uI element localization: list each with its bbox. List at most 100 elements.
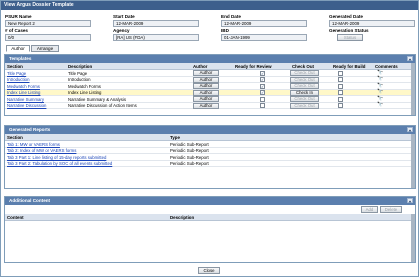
binoculars-icon[interactable]: 🔭 [377,90,383,95]
template-description: Index Line Listing [68,90,102,95]
add-button[interactable]: Add [361,206,378,213]
ready-build-checkbox[interactable] [338,103,343,108]
start-date-label: Start Date [113,14,135,19]
additional-content-title: Additional Content [9,198,51,203]
report-section-link[interactable]: Tab 3 Part 2: Tabulation by SOC of all e… [7,161,112,166]
template-section-link[interactable]: Narrative Summary [7,97,44,102]
template-section-link[interactable]: Medwatch Forms [7,84,40,89]
ready-build-checkbox[interactable] [338,90,343,95]
col-section: Section [7,135,23,140]
tab-author[interactable]: Author [6,45,30,52]
author-button[interactable]: Author [193,102,219,109]
author-button[interactable]: Author [193,96,219,102]
report-row: Tab 3 Part 2: Tabulation by SOC of all e… [5,161,415,167]
col-section: Section [7,64,23,69]
psur-name-label: PSUR Name [5,14,32,19]
col-check-out: Check Out [292,64,314,69]
author-button[interactable]: Author [193,76,219,83]
check-out-button[interactable]: Check Out [290,70,319,76]
template-description: Introduction [68,77,91,82]
ready-build-checkbox[interactable] [338,70,343,76]
ready-review-checkbox[interactable]: ✓ [260,70,265,76]
check-out-button[interactable]: Check In [290,89,319,96]
generated-reports-header: Generated Reports ▾ [5,126,415,134]
num-cases-label: # of Cases [5,28,28,33]
author-button[interactable]: Author [193,89,219,96]
templates-title: Templates [9,56,32,61]
check-out-button[interactable]: Check Out [290,83,319,89]
ibd-label: IBD [221,28,229,33]
tab-arrange[interactable]: Arrange [31,45,59,52]
ibd-field: 01-JAN-1999 [221,34,307,41]
templates-table-header: Section Description Author Ready for Rev… [5,63,415,70]
binoculars-icon[interactable]: 🔭 [377,103,383,108]
template-description: Title Page [68,70,88,76]
dossier-window: View Argus Dossier Template PSUR Name Ne… [0,0,419,277]
binoculars-icon[interactable]: 🔭 [377,70,383,76]
author-button[interactable]: Author [193,83,219,89]
psur-name-field: New Report 2 [5,20,91,27]
window-title: View Argus Dossier Template [1,1,418,10]
col-description: Description [68,64,93,69]
generation-status-label: Generation Status [329,28,369,33]
additional-scrollbar[interactable] [411,214,415,262]
template-row: Narrative Discussion Narrative Discussion… [5,102,415,109]
template-section-link[interactable]: Narrative Discussion [7,103,46,108]
template-section-link[interactable]: Title Page [7,71,26,76]
additional-table-header: Content Description [5,214,415,221]
template-description: Narrative Summary & Analysis [68,96,127,102]
col-ready-build: Ready for Build [333,64,366,69]
status-button[interactable]: Status [337,34,363,41]
ready-review-checkbox[interactable] [260,103,265,108]
collapse-icon[interactable]: ▾ [407,127,413,133]
binoculars-icon[interactable]: 🔭 [377,96,383,102]
ready-review-checkbox[interactable]: ✓ [260,90,265,95]
ready-review-checkbox[interactable]: ✓ [260,83,265,89]
end-date-field: 12-MAR-2009 [221,20,307,27]
author-button[interactable]: Author [193,70,219,76]
report-section-link[interactable]: Tab 3 Part 1: Line listing of 15-day rep… [7,155,106,160]
reports-scrollbar[interactable] [411,134,415,188]
ready-build-checkbox[interactable] [338,77,343,82]
agency-label: Agency [113,28,130,33]
check-out-button[interactable]: Check Out [290,76,319,83]
report-type: Periodic Sub-Report [170,161,209,166]
generated-date-label: Generated Date [329,14,363,19]
delete-button[interactable]: Delete [380,206,402,213]
additional-content-panel: Additional Content ▾ Add Delete Content … [4,196,416,263]
generated-reports-title: Generated Reports [9,127,51,132]
report-section-link[interactable]: Tab 2: Index of MW or VAERS forms [7,148,76,153]
start-date-field: 12-MAR-2009 [113,20,199,27]
report-section-link[interactable]: Tab 1: MW or VAERS forms [7,142,60,147]
report-type: Periodic Sub-Report [170,148,209,153]
report-type: Periodic Sub-Report [170,154,209,160]
binoculars-icon[interactable]: 🔭 [377,77,383,82]
ready-build-checkbox[interactable] [338,96,343,102]
additional-content-toolbar: Add Delete [5,205,415,214]
additional-content-header: Additional Content ▾ [5,197,415,205]
check-out-button[interactable]: Check Out [290,102,319,109]
ready-review-checkbox[interactable] [260,96,265,102]
ready-review-checkbox[interactable]: ✓ [260,77,265,82]
generated-reports-panel: Generated Reports ▾ Section Type Tab 1: … [4,125,416,189]
report-type: Periodic Sub-Report [170,141,209,147]
agency-field: [RA] US (FDA) [113,34,199,41]
col-author: Author [193,64,208,69]
close-button[interactable]: Close [198,267,220,274]
generated-date-field: 12-MAR-2009 [329,20,415,27]
template-section-link[interactable]: Introduction [7,77,29,82]
reports-table-header: Section Type [5,134,415,141]
col-description: Description [170,215,195,220]
binoculars-icon[interactable]: 🔭 [377,83,383,89]
template-description: Medwatch Forms [68,83,101,89]
collapse-icon[interactable]: ▾ [407,198,413,204]
templates-scrollbar[interactable] [411,63,415,115]
template-section-link[interactable]: Index Line Listing [7,90,40,95]
ready-build-checkbox[interactable] [338,83,343,89]
num-cases-field: 0/0 [5,34,91,41]
col-type: Type [170,135,180,140]
check-out-button[interactable]: Check Out [290,96,319,102]
templates-panel: Templates ▾ Section Description Author R… [4,54,416,116]
collapse-icon[interactable]: ▾ [407,56,413,62]
col-comments: Comments [375,64,398,69]
